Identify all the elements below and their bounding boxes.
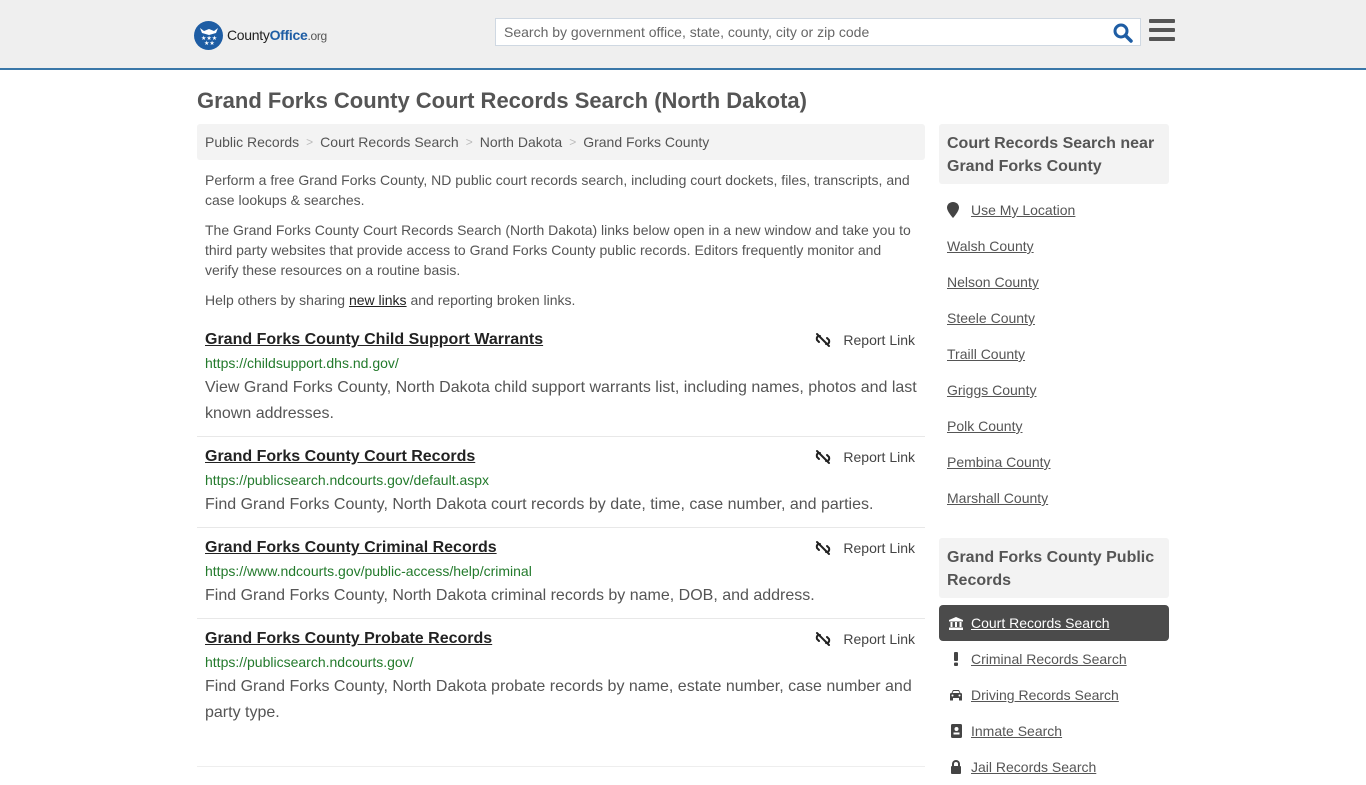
nearby-county-link[interactable]: Traill County	[947, 346, 1025, 362]
result-url: https://www.ndcourts.gov/public-access/h…	[205, 563, 532, 579]
broken-link-icon	[816, 333, 831, 347]
menu-bar-icon	[1149, 19, 1175, 23]
report-link-button[interactable]: Report Link	[815, 631, 915, 647]
site-header: ★★★ ★★ CountyOffice.org	[0, 0, 1366, 70]
intro-paragraph: Perform a free Grand Forks County, ND pu…	[205, 172, 910, 208]
use-my-location-link[interactable]: Use My Location	[947, 202, 1075, 218]
lock-icon	[949, 760, 963, 774]
result-description: Find Grand Forks County, North Dakota pr…	[205, 678, 912, 721]
sidebar-item-court-records-search[interactable]: Court Records Search	[939, 605, 1169, 641]
page-title: Grand Forks County Court Records Search …	[197, 88, 807, 113]
result-title-link[interactable]: Grand Forks County Child Support Warrant…	[205, 331, 543, 349]
broken-link-icon	[816, 541, 831, 555]
result-title-link[interactable]: Grand Forks County Probate Records	[205, 630, 492, 648]
menu-bar-icon	[1149, 28, 1175, 32]
share-paragraph: Help others by sharing new links and rep…	[205, 292, 576, 308]
search-bar	[495, 18, 1141, 46]
result-url: https://publicsearch.ndcourts.gov/	[205, 654, 414, 670]
breadcrumb-north-dakota[interactable]: North Dakota	[480, 134, 562, 150]
breadcrumb-separator: >	[569, 135, 577, 149]
breadcrumb-public-records[interactable]: Public Records	[205, 134, 299, 150]
breadcrumb-separator: >	[465, 135, 473, 149]
car-icon	[949, 688, 963, 702]
nearby-county-link[interactable]: Pembina County	[947, 454, 1051, 470]
sidebar-item-jail-records-search[interactable]: Jail Records Search	[939, 749, 1169, 785]
disclaimer-paragraph: The Grand Forks County Court Records Sea…	[205, 222, 911, 278]
report-link-button[interactable]: Report Link	[815, 449, 915, 465]
result-item: Grand Forks County Probate Records Repor…	[197, 630, 925, 766]
sidebar-item-driving-records-search[interactable]: Driving Records Search	[939, 677, 1169, 713]
nearby-heading: Court Records Search near Grand Forks Co…	[939, 124, 1169, 184]
search-icon	[1113, 23, 1133, 43]
menu-bar-icon	[1149, 37, 1175, 41]
eagle-logo-icon: ★★★ ★★	[194, 20, 223, 50]
breadcrumb-grand-forks-county[interactable]: Grand Forks County	[583, 134, 709, 150]
result-item: Grand Forks County Child Support Warrant…	[197, 331, 925, 437]
divider	[197, 766, 925, 767]
result-url: https://publicsearch.ndcourts.gov/defaul…	[205, 472, 490, 488]
breadcrumb: Public Records > Court Records Search > …	[197, 124, 925, 160]
nearby-county-link[interactable]: Walsh County	[947, 238, 1034, 254]
logo-text: CountyOffice.org	[227, 27, 327, 43]
broken-link-icon	[816, 632, 831, 646]
broken-link-icon	[816, 450, 831, 464]
public-records-heading: Grand Forks County Public Records	[939, 538, 1169, 598]
result-title-link[interactable]: Grand Forks County Criminal Records	[205, 539, 497, 557]
nearby-county-link[interactable]: Marshall County	[947, 490, 1048, 506]
breadcrumb-separator: >	[306, 135, 314, 149]
site-logo[interactable]: ★★★ ★★ CountyOffice.org	[194, 20, 327, 50]
map-pin-icon	[947, 202, 959, 218]
new-links-link[interactable]: new links	[349, 292, 407, 308]
exclamation-icon	[949, 652, 963, 666]
result-description: Find Grand Forks County, North Dakota co…	[205, 496, 874, 513]
result-description: Find Grand Forks County, North Dakota cr…	[205, 587, 815, 604]
nearby-county-link[interactable]: Nelson County	[947, 274, 1039, 290]
hamburger-menu-button[interactable]	[1149, 19, 1175, 43]
nearby-county-link[interactable]: Griggs County	[947, 382, 1036, 398]
nearby-county-link[interactable]: Polk County	[947, 418, 1022, 434]
sidebar-item-inmate-search[interactable]: Inmate Search	[939, 713, 1169, 749]
sidebar-item-criminal-records-search[interactable]: Criminal Records Search	[939, 641, 1169, 677]
id-badge-icon	[949, 724, 963, 738]
breadcrumb-court-records-search[interactable]: Court Records Search	[320, 134, 459, 150]
courthouse-icon	[949, 616, 963, 630]
result-description: View Grand Forks County, North Dakota ch…	[205, 379, 917, 422]
result-title-link[interactable]: Grand Forks County Court Records	[205, 448, 475, 466]
report-link-button[interactable]: Report Link	[815, 540, 915, 556]
result-item: Grand Forks County Criminal Records Repo…	[197, 539, 925, 619]
search-button[interactable]	[1112, 22, 1134, 44]
svg-text:★★: ★★	[204, 40, 215, 45]
result-url: https://childsupport.dhs.nd.gov/	[205, 355, 399, 371]
report-link-button[interactable]: Report Link	[815, 332, 915, 348]
search-input[interactable]	[496, 19, 1106, 45]
nearby-county-link[interactable]: Steele County	[947, 310, 1035, 326]
result-item: Grand Forks County Court Records Report …	[197, 448, 925, 528]
